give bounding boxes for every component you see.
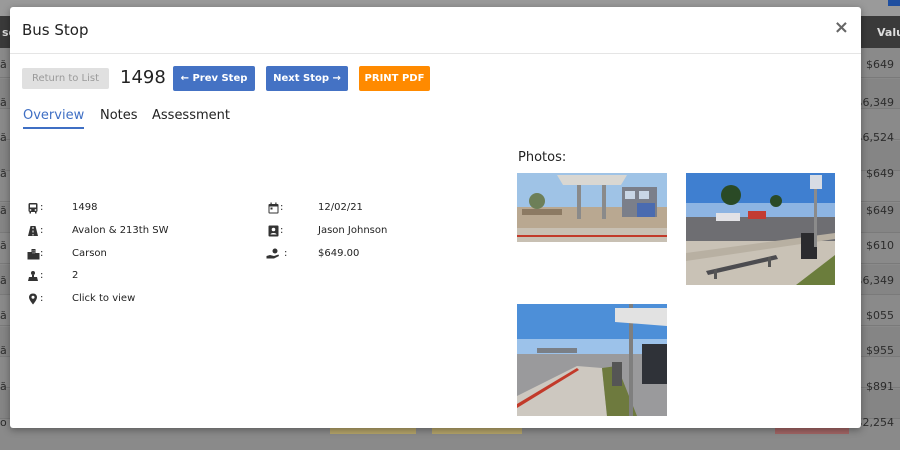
bus-icon [26, 202, 40, 217]
tab-notes[interactable]: Notes [100, 108, 138, 123]
photo-thumbnail[interactable] [686, 173, 835, 285]
district-icon [26, 270, 40, 285]
detail-value: Jason Johnson [318, 225, 388, 236]
background-value: $649 [866, 204, 894, 217]
view-map-link[interactable]: Click to view [72, 293, 135, 304]
detail-colon: : [40, 293, 44, 304]
background-fragment: ă [0, 58, 7, 71]
background-header-cell: Valu [877, 26, 900, 39]
money-hand-icon [266, 248, 280, 263]
detail-colon: : [40, 248, 44, 259]
background-fragment: ă [0, 167, 7, 180]
background-fragment: ă [0, 239, 7, 252]
bus-stop-modal: Bus Stop × Return to List 1498 ← Prev St… [10, 7, 861, 428]
calendar-icon [266, 202, 280, 217]
background-value: $6,349 [855, 274, 895, 287]
photo-thumbnail[interactable] [517, 304, 667, 416]
detail-value: 1498 [72, 202, 98, 213]
photo-thumbnail[interactable] [517, 173, 667, 242]
map-marker-icon [26, 293, 40, 308]
stop-id: 1498 [120, 67, 166, 88]
background-value: $055 [866, 309, 894, 322]
background-fragment: ă [0, 131, 7, 144]
detail-value: Carson [72, 248, 107, 259]
background-fragment: ă [0, 309, 7, 322]
detail-colon: : [280, 225, 284, 236]
detail-colon: : [40, 270, 44, 281]
background-value: $891 [866, 380, 894, 393]
prev-step-button[interactable]: ← Prev Step [173, 66, 255, 91]
detail-colon: : [284, 248, 288, 259]
background-fragment: ă [0, 96, 7, 109]
background-value: $649 [866, 167, 894, 180]
city-icon [26, 248, 40, 263]
background-fragment: o [0, 416, 7, 429]
contact-card-icon [266, 225, 280, 240]
return-to-list-button[interactable]: Return to List [22, 68, 109, 89]
modal-title: Bus Stop [22, 21, 89, 39]
background-value: $649 [866, 58, 894, 71]
detail-colon: : [280, 202, 284, 213]
detail-value: $649.00 [318, 248, 360, 259]
toolbar: Return to List 1498 ← Prev Step Next Sto… [22, 66, 442, 92]
background-accent [888, 0, 900, 6]
print-pdf-button[interactable]: PRINT PDF [359, 66, 430, 91]
background-value: $6,524 [855, 131, 895, 144]
background-value: $2,254 [855, 416, 895, 429]
detail-colon: : [40, 225, 44, 236]
modal-header: Bus Stop × [10, 7, 861, 54]
tab-overview[interactable]: Overview [23, 108, 85, 129]
detail-value: 12/02/21 [318, 202, 363, 213]
detail-colon: : [40, 202, 44, 213]
background-fragment: ă [0, 344, 7, 357]
detail-value: Avalon & 213th SW [72, 225, 169, 236]
background-fragment: ă [0, 274, 7, 287]
road-icon [26, 225, 40, 240]
background-fragment: ă [0, 204, 7, 217]
background-fragment: ă [0, 380, 7, 393]
close-icon[interactable]: × [834, 17, 849, 38]
background-value: $610 [866, 239, 894, 252]
background-value: $6,349 [855, 96, 895, 109]
next-stop-button[interactable]: Next Stop → [266, 66, 348, 91]
detail-value: 2 [72, 270, 79, 281]
tab-assessment[interactable]: Assessment [152, 108, 230, 123]
background-value: $955 [866, 344, 894, 357]
photos-heading: Photos: [518, 150, 567, 165]
